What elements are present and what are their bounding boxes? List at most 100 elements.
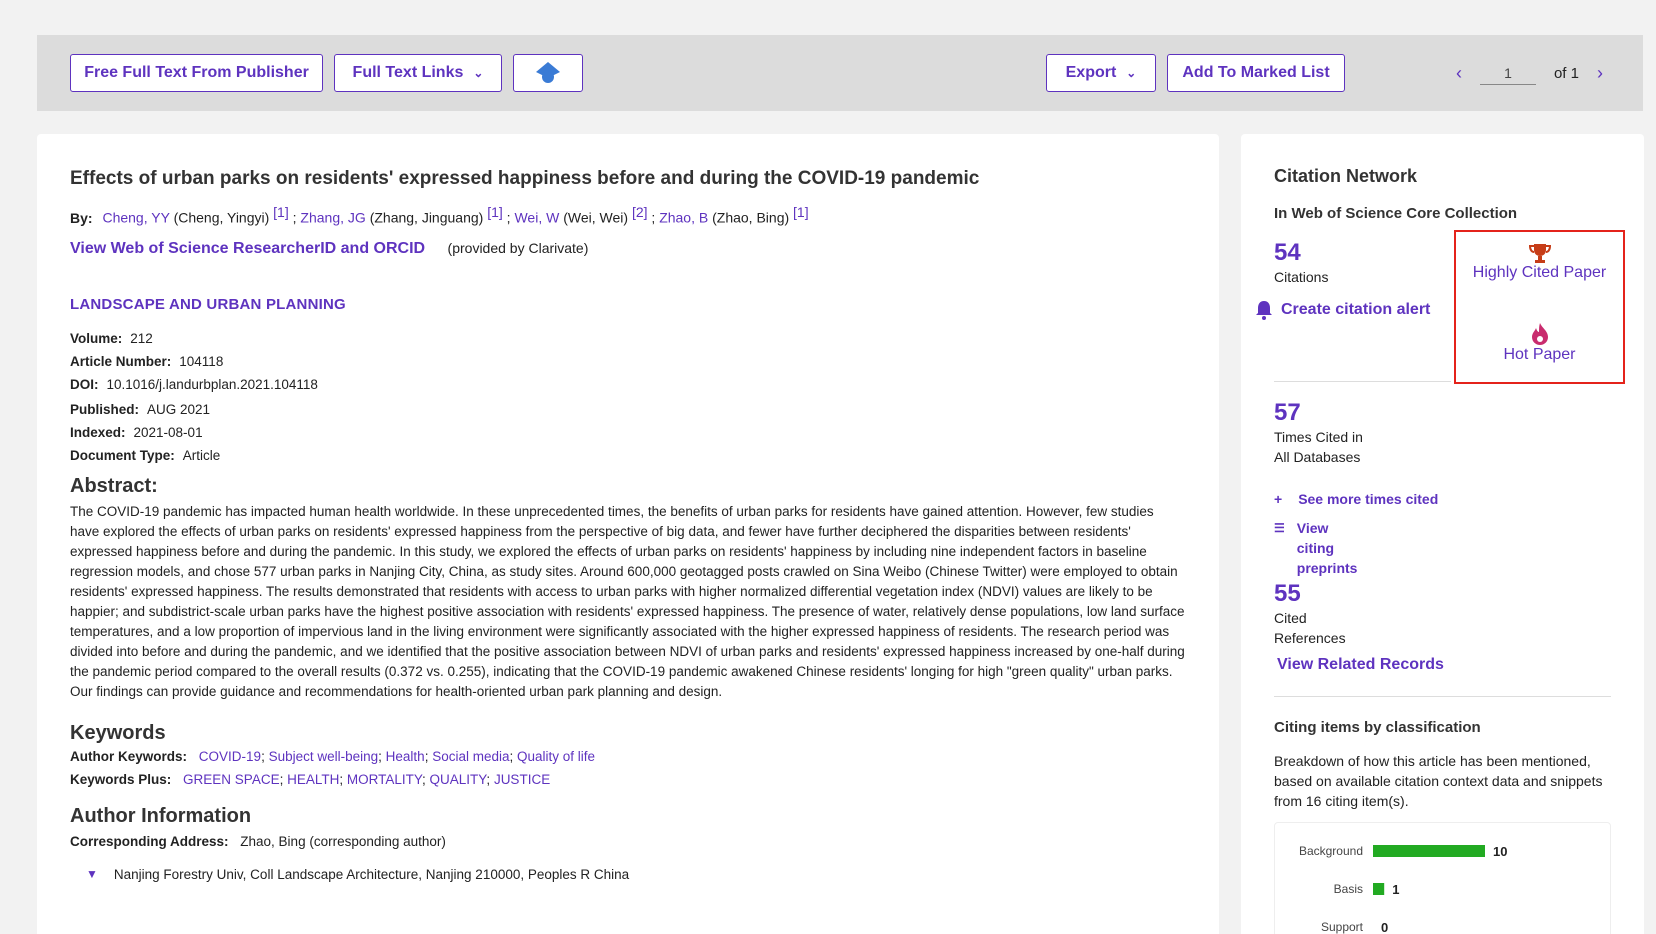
doi-label: DOI: — [70, 376, 99, 392]
chevron-left-icon[interactable]: ‹ — [1456, 63, 1462, 84]
view-citing-preprints-link[interactable]: ☰ View citing preprints — [1274, 518, 1357, 578]
author-ref[interactable]: [1] — [487, 204, 503, 220]
published-label: Published: — [70, 401, 140, 417]
list-icon: ☰ — [1274, 521, 1285, 535]
author-link[interactable]: Wei, W — [514, 210, 559, 226]
plus-icon: + — [1274, 491, 1283, 507]
create-citation-alert-button[interactable]: Create citation alert — [1255, 300, 1430, 320]
preprints-label: View — [1296, 520, 1329, 536]
by-label: By: — [70, 209, 93, 226]
indexed-value: 2021-08-01 — [133, 424, 203, 440]
flame-icon — [1531, 323, 1548, 345]
full-text-links-button[interactable]: Full Text Links ⌄ — [334, 54, 502, 92]
citations-block: 54 Citations — [1274, 239, 1328, 287]
keyword-link[interactable]: QUALITY — [430, 772, 487, 787]
author-info-heading: Author Information — [70, 804, 252, 827]
journal-link[interactable]: LANDSCAPE AND URBAN PLANNING — [70, 296, 1186, 313]
view-related-records-link[interactable]: View Related Records — [1277, 656, 1444, 674]
author-full-name: (Wei, Wei) — [563, 209, 629, 226]
badges-box: Highly Cited Paper Hot Paper — [1454, 230, 1625, 384]
document-type-label: Document Type: — [70, 447, 175, 463]
page-title: Effects of urban parks on residents' exp… — [70, 168, 980, 189]
volume-value: 212 — [130, 330, 153, 346]
add-to-marked-list-button[interactable]: Add To Marked List — [1167, 54, 1345, 92]
cited-references-label: Cited — [1274, 610, 1307, 626]
author-link[interactable]: Zhao, B — [659, 210, 708, 226]
address-row[interactable]: ▼ Nanjing Forestry Univ, Coll Landscape … — [70, 867, 1186, 882]
keyword-link[interactable]: GREEN SPACE — [183, 772, 280, 787]
full-text-links-label: Full Text Links — [352, 64, 464, 81]
abstract-heading: Abstract: — [70, 474, 158, 497]
bar[interactable] — [1373, 883, 1385, 895]
toolbar: Free Full Text From Publisher Full Text … — [37, 35, 1643, 111]
hot-paper-badge[interactable]: Hot Paper — [1456, 322, 1623, 364]
chevron-down-icon: ⌄ — [473, 66, 484, 80]
keyword-link[interactable]: MORTALITY — [347, 772, 422, 787]
cited-references-block: 55 Cited References — [1274, 580, 1346, 648]
add-marked-label: Add To Marked List — [1182, 64, 1330, 81]
author-list: By: Cheng, YY (Cheng, Yingyi) [1] ; Zhan… — [70, 204, 809, 226]
author-ref[interactable]: [2] — [632, 204, 648, 220]
citation-network-heading: Citation Network — [1274, 166, 1418, 186]
highly-cited-label: Highly Cited Paper — [1472, 264, 1607, 281]
caret-down-icon[interactable]: ▼ — [86, 867, 98, 881]
see-more-times-cited-link[interactable]: + See more times cited — [1274, 491, 1438, 507]
keyword-link[interactable]: HEALTH — [287, 772, 339, 787]
chevron-down-icon: ⌄ — [1126, 66, 1137, 80]
divider — [1274, 696, 1611, 697]
provided-by-note: (provided by Clarivate) — [447, 239, 589, 256]
keyword-link[interactable]: Quality of life — [517, 749, 595, 764]
bell-icon — [1256, 301, 1272, 320]
page-input[interactable] — [1479, 61, 1536, 85]
author-link[interactable]: Zhang, JG — [300, 210, 365, 226]
citations-count[interactable]: 54 — [1274, 239, 1328, 267]
export-label: Export — [1065, 64, 1117, 81]
keyword-link[interactable]: COVID-19 — [199, 749, 261, 764]
citation-network-panel: Citation Network In Web of Science Core … — [1241, 134, 1644, 934]
pager: ‹ of 1 › — [1456, 54, 1603, 92]
times-cited-count[interactable]: 57 — [1274, 399, 1363, 427]
publication-meta: Volume: 212 Article Number: 104118 DOI: 10.… — [70, 327, 1186, 467]
keywords-plus-label: Keywords Plus: — [70, 771, 172, 787]
category-label: Basis — [1334, 882, 1363, 896]
corresponding-address-row: Corresponding Address: Zhao, Bing (corre… — [70, 830, 1186, 853]
value-label: 10 — [1493, 844, 1507, 859]
free-full-text-button[interactable]: Free Full Text From Publisher — [70, 54, 323, 92]
article-number-label: Article Number: — [70, 353, 172, 369]
published-value: AUG 2021 — [147, 401, 211, 417]
page-total: of 1 — [1553, 64, 1579, 82]
keyword-link[interactable]: JUSTICE — [494, 772, 550, 787]
highly-cited-badge[interactable]: Highly Cited Paper — [1456, 242, 1623, 282]
indexed-label: Indexed: — [70, 424, 126, 440]
abstract-text: The COVID-19 pandemic has impacted human… — [70, 503, 1185, 699]
value-label: 1 — [1392, 882, 1399, 897]
corresponding-role: (corresponding author) — [309, 833, 446, 849]
researcher-id-link[interactable]: View Web of Science ResearcherID and ORC… — [70, 240, 425, 257]
preprints-label: citing — [1296, 540, 1335, 556]
cited-references-count[interactable]: 55 — [1274, 580, 1346, 608]
bar[interactable] — [1373, 845, 1485, 857]
classification-bar-chart: Background 10 Basis 1 Support 0 — [1299, 844, 1508, 934]
keyword-link[interactable]: Social media — [432, 749, 509, 764]
address-text: Nanjing Forestry Univ, Coll Landscape Ar… — [113, 866, 630, 882]
keyword-link[interactable]: Health — [386, 749, 425, 764]
preprints-label: preprints — [1296, 560, 1358, 576]
divider — [1274, 381, 1451, 382]
author-link[interactable]: Cheng, YY — [102, 210, 169, 226]
mendeley-button[interactable] — [513, 54, 583, 92]
category-label: Background — [1299, 844, 1363, 858]
author-keywords-row: Author Keywords: COVID-19; Subject well-… — [70, 748, 596, 764]
chevron-right-icon[interactable]: › — [1597, 63, 1603, 84]
author-ref[interactable]: [1] — [273, 204, 289, 220]
record-card: Effects of urban parks on residents' exp… — [37, 134, 1219, 934]
cited-references-label: References — [1274, 630, 1346, 646]
category-label: Support — [1321, 920, 1364, 934]
researcher-id-row: View Web of Science ResearcherID and ORC… — [70, 240, 1186, 258]
author-full-name: (Cheng, Yingyi) — [173, 209, 270, 226]
keyword-link[interactable]: Subject well-being — [269, 749, 379, 764]
document-type-value: Article — [182, 447, 221, 463]
article-number-value: 104118 — [179, 353, 224, 369]
author-ref[interactable]: [1] — [793, 204, 809, 220]
export-button[interactable]: Export ⌄ — [1046, 54, 1156, 92]
author-full-name: (Zhang, Jinguang) — [369, 209, 484, 226]
